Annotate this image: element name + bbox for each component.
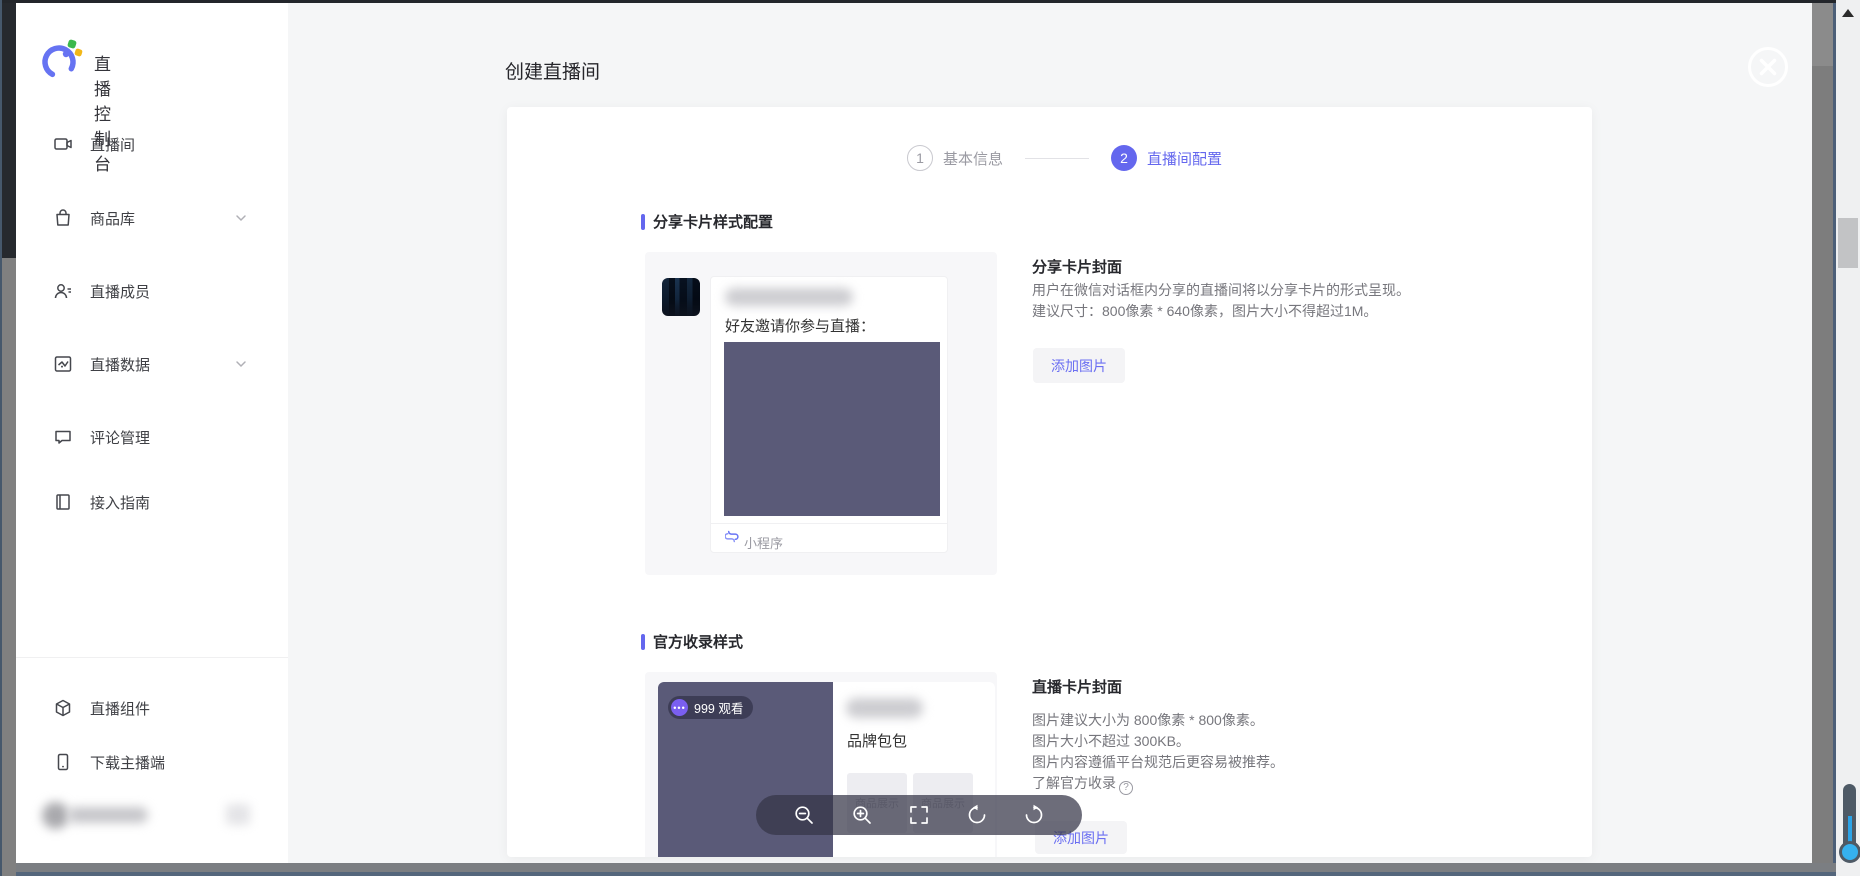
sidebar-item-live-members[interactable]: 直播成员 [16,271,288,311]
sidebar-item-product-library[interactable]: 商品库 [16,198,288,238]
live-cover-desc-line1: 图片建议大小为 800像素 * 800像素。 [1032,710,1264,731]
viewer-count-badge: ••• 999 观看 [668,696,753,719]
window-border-left [0,0,2,876]
outer-scrollbar[interactable] [1836,0,1860,876]
window-frame-bottom [0,863,1836,872]
sidebar: 直播控制台 直播间 商品库 [16,3,288,863]
share-card-preview-panel: 好友邀请你参与直播： 小程序 [645,252,997,575]
live-cover-desc-line3: 图片内容遵循平台规范后更容易被推荐。 [1032,752,1284,773]
phone-icon [53,752,73,772]
user-avatar-redacted[interactable] [42,802,69,829]
app-screen: 直播控制台 直播间 商品库 [0,0,1860,876]
share-card-preview: 好友邀请你参与直播： 小程序 [710,276,948,553]
chat-avatar-image [662,278,700,316]
step-connector [1025,158,1089,159]
zoom-out-icon[interactable] [792,803,816,827]
viewer-count-text: 999 观看 [694,698,743,717]
chart-icon [53,354,73,374]
live-cover-title: 直播卡片封面 [1032,676,1122,697]
sidebar-item-live-components[interactable]: 直播组件 [16,688,288,728]
user-name-redacted [68,807,148,823]
live-cover-desc-line2: 图片大小不超过 300KB。 [1032,731,1190,752]
official-listing-section-header: 官方收录样式 [641,631,743,652]
share-card-cover-placeholder [724,342,940,516]
sidebar-item-live-room[interactable]: 直播间 [16,124,288,164]
live-dots-icon: ••• [671,699,688,716]
sidebar-item-integration-guide[interactable]: 接入指南 [16,482,288,522]
sidebar-item-label: 直播间 [90,134,135,155]
fullscreen-icon[interactable] [907,803,931,827]
outer-scrollbar-thumb[interactable] [1838,218,1858,268]
official-listing-link[interactable]: 了解官方收录 [1032,775,1116,791]
sidebar-item-live-data[interactable]: 直播数据 [16,344,288,384]
cube-icon [53,698,73,718]
sidebar-item-label: 接入指南 [90,492,150,513]
shopping-bag-icon [53,208,73,228]
official-listing-link-row: 了解官方收录? [1032,773,1133,795]
sidebar-item-label: 直播数据 [90,354,150,375]
share-cover-title: 分享卡片封面 [1032,256,1122,277]
chat-sender-name-redacted [725,288,853,306]
section-title: 分享卡片样式配置 [653,211,773,232]
create-live-room-modal: 1 基本信息 2 直播间配置 分享卡片样式配置 好友邀请你参与直播： [507,107,1592,857]
video-camera-icon [53,134,73,154]
window-frame-left [0,0,16,258]
sidebar-divider [16,657,288,658]
step-1-circle: 1 [907,145,933,171]
help-icon[interactable]: ? [1119,781,1133,795]
window-frame-left-lower [0,258,16,876]
sidebar-item-label: 直播组件 [90,698,150,719]
sidebar-item-label: 商品库 [90,208,135,229]
sidebar-item-label: 直播成员 [90,281,150,302]
close-icon[interactable] [1746,45,1790,89]
speech-bubble-icon [53,427,73,447]
zoom-in-icon[interactable] [850,803,874,827]
share-card-divider [711,523,947,524]
inner-scrollbar[interactable] [1812,0,1833,866]
window-frame-top [0,0,1836,3]
section-title: 官方收录样式 [653,631,743,652]
invite-text: 好友邀请你参与直播： [725,315,875,336]
step-2-label: 直播间配置 [1147,148,1222,169]
section-accent-bar [641,214,645,230]
live-title-redacted [846,698,923,718]
sidebar-corner-chip-redacted [226,804,250,825]
mini-program-icon [725,530,739,544]
member-icon [53,281,73,301]
image-viewer-toolbar [756,795,1082,835]
window-border-bottom [0,872,1836,876]
add-share-image-button[interactable]: 添加图片 [1033,348,1125,383]
chevron-down-icon[interactable] [234,357,248,371]
rotate-right-icon[interactable] [1022,803,1046,827]
sidebar-item-label: 下载主播端 [90,752,165,773]
inner-scrollbar-thumb[interactable] [1812,0,1833,66]
product-name: 品牌包包 [847,730,907,751]
app-logo-icon [35,36,83,84]
sidebar-item-label: 评论管理 [90,427,150,448]
page-title: 创建直播间 [505,57,600,84]
step-2-circle: 2 [1111,145,1137,171]
share-cover-desc-line1: 用户在微信对话框内分享的直播间将以分享卡片的形式呈现。 [1032,280,1410,301]
step-1-label: 基本信息 [943,148,1003,169]
rotate-left-icon[interactable] [965,803,989,827]
sidebar-item-comment-management[interactable]: 评论管理 [16,417,288,457]
sidebar-item-download-anchor-app[interactable]: 下载主播端 [16,742,288,782]
stepper: 1 基本信息 2 直播间配置 [507,145,1592,171]
share-cover-desc-line2: 建议尺寸：800像素 * 640像素，图片大小不得超过1M。 [1032,301,1377,322]
scroll-up-arrow-icon[interactable] [1842,9,1854,17]
book-icon [53,492,73,512]
chevron-down-icon[interactable] [234,211,248,225]
share-card-section-header: 分享卡片样式配置 [641,211,773,232]
mini-program-label: 小程序 [744,533,783,552]
section-accent-bar [641,634,645,650]
